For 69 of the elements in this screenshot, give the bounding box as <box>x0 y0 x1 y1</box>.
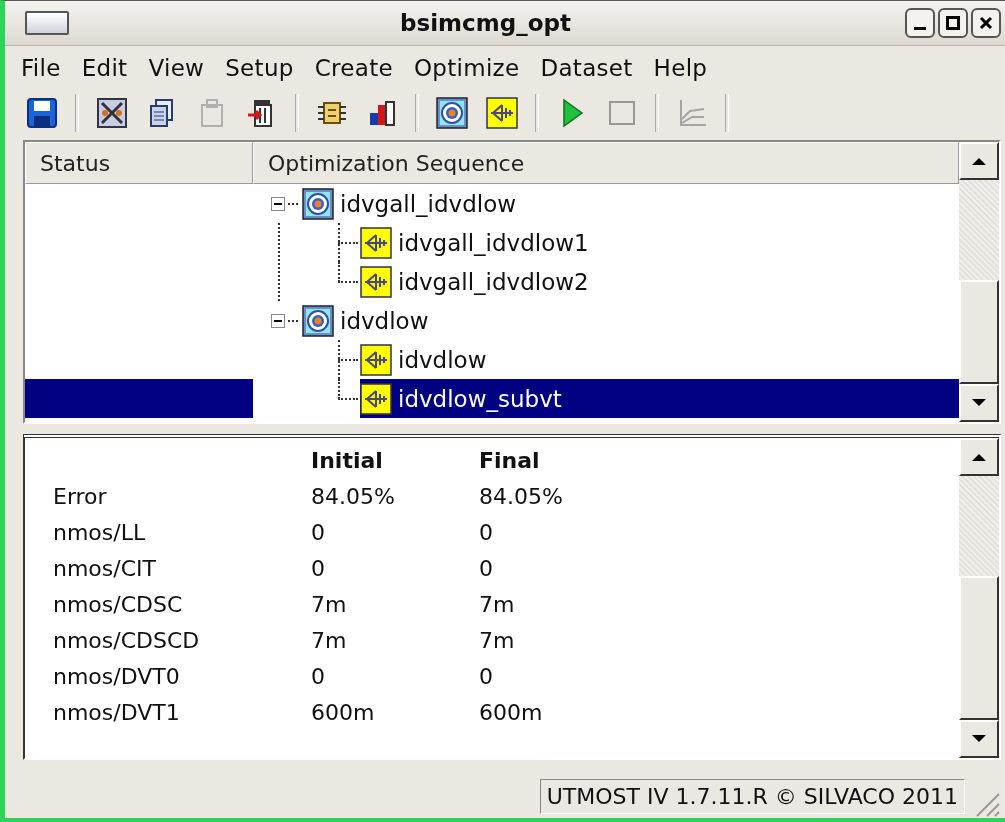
arrow-diagram-icon[interactable] <box>485 96 519 130</box>
scissors-icon[interactable] <box>95 96 129 130</box>
down-arrow-icon <box>971 398 987 408</box>
scrollbar-thumb[interactable] <box>959 576 999 720</box>
final-value: 7m <box>479 591 516 617</box>
parameter-name: nmos/DVT0 <box>53 663 181 689</box>
close-button[interactable] <box>971 8 1001 38</box>
up-arrow-icon <box>971 156 987 166</box>
target-icon <box>302 187 334 220</box>
target-icon <box>302 304 334 337</box>
minimize-button[interactable] <box>905 8 935 38</box>
arrow-diagram-icon <box>360 382 392 415</box>
final-value: 0 <box>479 663 494 689</box>
scroll-down-button[interactable] <box>959 384 999 422</box>
scrollbar-thumb[interactable] <box>959 280 999 384</box>
menu-item[interactable]: Setup <box>217 55 307 81</box>
column-header[interactable]: Optimization Sequence <box>253 142 959 184</box>
close-icon <box>979 16 993 30</box>
tree-item[interactable]: idvgall_idvdlow1 <box>360 223 959 262</box>
tree-item[interactable]: idvdlow_subvt <box>360 379 959 418</box>
scroll-down-button[interactable] <box>959 720 999 758</box>
parameter-name: nmos/LL <box>53 519 147 545</box>
scroll-up-button[interactable] <box>959 142 999 180</box>
menu-item[interactable]: File <box>13 55 74 81</box>
initial-value: 84.05% <box>311 483 396 509</box>
initial-value: 600m <box>311 699 376 725</box>
target-icon[interactable] <box>435 96 469 130</box>
initial-value: 7m <box>311 627 348 653</box>
parameter-name: nmos/CDSC <box>53 591 184 617</box>
status-text: UTMOST IV 1.7.11.R © SILVACO 2011 <box>539 778 965 814</box>
collapse-icon[interactable] <box>271 313 285 328</box>
initial-value: 7m <box>311 591 348 617</box>
collapse-icon[interactable] <box>271 196 285 211</box>
scroll-up-button[interactable] <box>959 438 999 476</box>
final-value: 0 <box>479 519 494 545</box>
arrow-diagram-icon <box>360 265 392 298</box>
down-arrow-icon <box>971 734 987 744</box>
menu-item[interactable]: Help <box>645 55 721 81</box>
maximize-icon <box>946 16 960 30</box>
menu-item[interactable]: View <box>140 55 218 81</box>
window-title: bsimcmg_opt <box>399 10 572 36</box>
initial-value: 0 <box>311 663 326 689</box>
maximize-button[interactable] <box>938 8 968 38</box>
parameter-name: nmos/DVT1 <box>53 699 181 725</box>
column-header: Final <box>479 447 541 473</box>
initial-value: 0 <box>311 555 326 581</box>
final-value: 84.05% <box>479 483 564 509</box>
arrow-diagram-icon <box>360 226 392 259</box>
final-value: 7m <box>479 627 516 653</box>
menu-item[interactable]: Optimize <box>405 55 533 81</box>
menu-item[interactable]: Edit <box>73 55 141 81</box>
column-header[interactable]: Status <box>25 142 253 184</box>
tree-item[interactable]: idvgall_idvdlow2 <box>360 262 959 301</box>
tree-item[interactable]: idvgall_idvdlow <box>302 184 959 223</box>
parameter-name: nmos/CIT <box>53 555 157 581</box>
tree-item[interactable]: idvdlow <box>302 301 959 340</box>
up-arrow-icon <box>971 452 987 462</box>
menu-item[interactable]: Create <box>306 55 406 81</box>
window-menu-icon[interactable] <box>25 11 69 35</box>
parameter-name: Error <box>53 483 108 509</box>
menu-item[interactable]: Dataset <box>532 55 646 81</box>
column-header: Initial <box>311 447 384 473</box>
parameter-name: nmos/CDSCD <box>53 627 201 653</box>
final-value: 600m <box>479 699 544 725</box>
initial-value: 0 <box>311 519 326 545</box>
arrow-diagram-icon <box>360 343 392 376</box>
minimize-icon <box>914 26 926 30</box>
tree-item[interactable]: idvdlow <box>360 340 959 379</box>
final-value: 0 <box>479 555 494 581</box>
